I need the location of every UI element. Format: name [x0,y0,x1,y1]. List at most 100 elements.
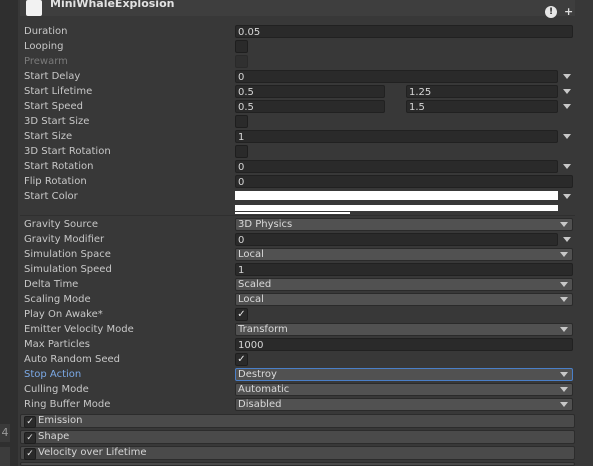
row-3d-start-size: 3D Start Size [20,114,575,129]
row-3d-start-rotation: 3D Start Rotation [20,144,575,159]
stop-action-dropdown[interactable]: Destroy [235,368,573,381]
scaling-mode-value: Local [238,294,264,305]
module-velocity-over-lifetime-checkbox[interactable]: ✓ [24,448,36,460]
emitter-velocity-mode-dropdown[interactable]: Transform [235,323,573,336]
row-duration: Duration 0.05 [20,24,575,39]
simulation-speed-field[interactable]: 1 [235,263,573,276]
start-rotation-label: Start Rotation [24,161,94,172]
delta-time-label: Delta Time [24,279,79,290]
row-start-color: Start Color [20,189,575,215]
module-shape-checkbox[interactable]: ✓ [24,432,36,444]
component-header[interactable]: MiniWhaleExplosion ! + [20,0,575,18]
start-rotation-mode-caret-icon[interactable] [563,164,571,169]
culling-mode-value: Automatic [238,384,290,395]
row-ring-buffer-mode: Ring Buffer Mode Disabled [20,397,575,412]
start-speed-max-field[interactable]: 1.5 [406,100,558,113]
row-gravity-modifier: Gravity Modifier 0 [20,232,575,247]
start-size-field[interactable]: 1 [235,130,558,143]
gravity-source-label: Gravity Source [24,219,99,230]
simulation-space-value: Local [238,249,264,260]
ring-buffer-mode-label: Ring Buffer Mode [24,399,111,410]
separator [20,215,575,216]
start-lifetime-label: Start Lifetime [24,86,93,97]
delta-time-dropdown[interactable]: Scaled [235,278,573,291]
start-speed-label: Start Speed [24,101,83,112]
start-color-swatch-top[interactable] [235,191,558,200]
module-velocity-over-lifetime-label: Velocity over Lifetime [38,447,147,458]
start-color-swatch-bottom[interactable] [235,205,558,211]
component-title: MiniWhaleExplosion [50,0,175,10]
module-shape-label: Shape [38,431,70,442]
module-emission[interactable]: ✓ Emission [20,414,575,428]
emitter-velocity-mode-label: Emitter Velocity Mode [24,324,134,335]
chevron-down-icon [560,402,568,407]
culling-mode-dropdown[interactable]: Automatic [235,383,573,396]
gutter-number: 4 [0,424,10,442]
row-play-on-awake: Play On Awake* ✓ [20,307,575,322]
start-delay-label: Start Delay [24,71,81,82]
auto-random-seed-label: Auto Random Seed [24,354,120,365]
row-emitter-velocity-mode: Emitter Velocity Mode Transform [20,322,575,337]
module-emission-checkbox[interactable]: ✓ [24,416,36,428]
start-lifetime-min-field[interactable]: 0.5 [235,85,385,98]
help-icon[interactable]: ! [545,6,557,18]
3d-start-rotation-checkbox[interactable] [235,145,248,158]
start-size-mode-caret-icon[interactable] [563,134,571,139]
start-speed-min-field[interactable]: 0.5 [235,100,385,113]
module-emission-label: Emission [38,415,83,426]
gravity-modifier-field[interactable]: 0 [235,233,558,246]
prewarm-label: Prewarm [24,56,68,67]
row-simulation-space: Simulation Space Local [20,247,575,262]
gravity-source-value: 3D Physics [238,219,293,230]
start-speed-mode-caret-icon[interactable] [563,104,571,109]
ring-buffer-mode-value: Disabled [238,399,282,410]
gravity-modifier-mode-caret-icon[interactable] [563,237,571,242]
start-delay-field[interactable]: 0 [235,70,558,83]
row-simulation-speed: Simulation Speed 1 [20,262,575,277]
chevron-down-icon [560,387,568,392]
simulation-space-dropdown[interactable]: Local [235,248,573,261]
module-shape[interactable]: ✓ Shape [20,430,575,444]
simulation-speed-label: Simulation Speed [24,264,112,275]
chevron-down-icon [560,222,568,227]
play-on-awake-checkbox[interactable]: ✓ [235,308,248,321]
emitter-velocity-mode-value: Transform [238,324,288,335]
row-auto-random-seed: Auto Random Seed ✓ [20,352,575,367]
row-looping: Looping [20,39,575,54]
gravity-source-dropdown[interactable]: 3D Physics [235,218,573,231]
start-lifetime-max-field[interactable]: 1.25 [406,85,558,98]
stop-action-value: Destroy [238,369,277,380]
scaling-mode-dropdown[interactable]: Local [235,293,573,306]
looping-checkbox[interactable] [235,40,248,53]
start-color-label: Start Color [24,191,78,202]
3d-start-size-label: 3D Start Size [24,116,90,127]
ring-buffer-mode-dropdown[interactable]: Disabled [235,398,573,411]
max-particles-field[interactable]: 1000 [235,338,573,351]
auto-random-seed-checkbox[interactable]: ✓ [235,353,248,366]
row-flip-rotation: Flip Rotation 0 [20,174,575,189]
module-velocity-over-lifetime[interactable]: ✓ Velocity over Lifetime [20,446,575,460]
duration-field[interactable]: 0.05 [235,25,573,38]
row-scaling-mode: Scaling Mode Local [20,292,575,307]
row-prewarm: Prewarm [20,54,575,69]
gravity-modifier-label: Gravity Modifier [24,234,105,245]
chevron-down-icon [560,297,568,302]
row-start-delay: Start Delay 0 [20,69,575,84]
start-delay-mode-caret-icon[interactable] [563,74,571,79]
start-color-alpha-bar [235,212,350,214]
start-color-mode-caret-icon[interactable] [563,194,571,199]
chevron-down-icon [560,282,568,287]
culling-mode-label: Culling Mode [24,384,89,395]
row-gravity-source: Gravity Source 3D Physics [20,217,575,232]
start-rotation-field[interactable]: 0 [235,160,558,173]
start-size-label: Start Size [24,131,73,142]
start-lifetime-mode-caret-icon[interactable] [563,89,571,94]
play-on-awake-label: Play On Awake* [24,309,103,320]
flip-rotation-field[interactable]: 0 [235,175,573,188]
scaling-mode-label: Scaling Mode [24,294,91,305]
particle-system-icon [26,0,42,16]
left-gutter: 4 [0,0,18,466]
3d-start-size-checkbox[interactable] [235,115,248,128]
plus-icon[interactable]: + [564,6,573,18]
chevron-down-icon [560,252,568,257]
